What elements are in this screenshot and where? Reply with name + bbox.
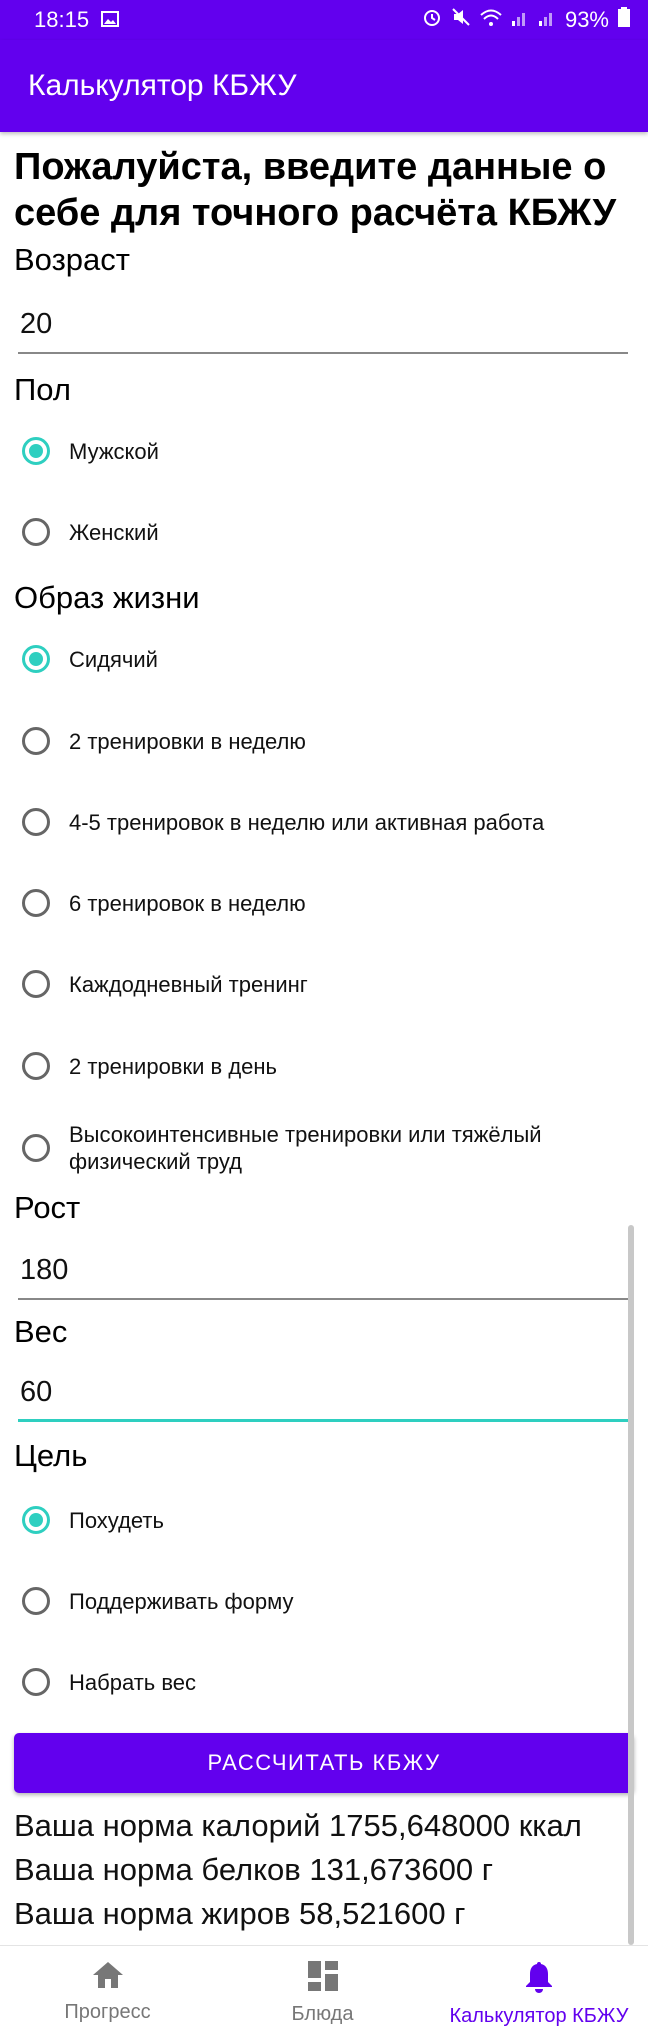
radio-button[interactable]	[22, 727, 50, 755]
height-field[interactable]: 180	[18, 1238, 628, 1300]
radio-button[interactable]	[22, 889, 50, 917]
radio-button-checked[interactable]	[22, 1506, 50, 1534]
app-title: Калькулятор КБЖУ	[28, 69, 297, 102]
age-label: Возраст	[14, 242, 130, 277]
signal-icon-2	[538, 7, 556, 33]
app-bar: Калькулятор КБЖУ	[0, 40, 648, 132]
radio-goal-maintain[interactable]: Поддерживать форму	[22, 1571, 632, 1631]
radio-lifestyle-4-5-per-week[interactable]: 4-5 тренировок в неделю или активная раб…	[22, 792, 632, 852]
bell-icon	[524, 1960, 554, 1999]
radio-button-checked[interactable]	[22, 645, 50, 673]
result-calories: Ваша норма калорий 1755,648000 ккал	[14, 1808, 582, 1843]
age-field[interactable]: 20	[18, 292, 628, 354]
image-notification-icon	[101, 7, 120, 33]
radio-button[interactable]	[22, 1134, 50, 1162]
gender-label: Пол	[14, 372, 71, 407]
nav-label: Калькулятор КБЖУ	[449, 2005, 629, 2027]
nav-label: Блюда	[291, 2003, 354, 2025]
home-icon	[91, 1960, 125, 1995]
age-value: 20	[20, 308, 53, 340]
goal-label: Цель	[14, 1438, 88, 1473]
battery-percent: 93%	[564, 7, 609, 32]
radio-button[interactable]	[22, 1587, 50, 1615]
result-protein: Ваша норма белков 131,673600 г	[14, 1852, 494, 1887]
radio-button[interactable]	[22, 518, 50, 546]
radio-label: Похудеть	[69, 1507, 164, 1533]
radio-button[interactable]	[22, 970, 50, 998]
radio-lifestyle-2-per-day[interactable]: 2 тренировки в день	[22, 1036, 632, 1096]
radio-label: Женский	[69, 519, 159, 545]
radio-goal-lose[interactable]: Похудеть	[22, 1490, 632, 1550]
bottom-navigation: Прогресс Блюда Калькулятор КБЖУ	[0, 1945, 648, 2038]
radio-label: 6 тренировок в неделю	[69, 890, 306, 916]
nav-item-dishes[interactable]: Блюда	[215, 1946, 430, 2038]
weight-value: 60	[20, 1376, 53, 1408]
calculate-button[interactable]: РАССЧИТАТЬ КБЖУ	[14, 1733, 634, 1793]
radio-label: 4-5 тренировок в неделю или активная раб…	[69, 809, 545, 835]
lifestyle-label: Образ жизни	[14, 580, 200, 615]
radio-lifestyle-2-per-week[interactable]: 2 тренировки в неделю	[22, 711, 632, 771]
radio-gender-female[interactable]: Женский	[22, 502, 632, 562]
radio-lifestyle-daily[interactable]: Каждодневный тренинг	[22, 954, 632, 1014]
weight-field[interactable]: 60	[18, 1360, 628, 1422]
scrollbar[interactable]	[628, 1225, 634, 1945]
battery-icon	[618, 7, 630, 33]
radio-label: Поддерживать форму	[69, 1588, 294, 1614]
radio-lifestyle-6-per-week[interactable]: 6 тренировок в неделю	[22, 873, 632, 933]
radio-button-checked[interactable]	[22, 437, 50, 465]
form-heading: Пожалуйста, введите данные о себе для то…	[14, 146, 617, 234]
radio-button[interactable]	[22, 1052, 50, 1080]
height-label: Рост	[14, 1190, 81, 1225]
wifi-icon	[480, 7, 502, 33]
radio-label: Каждодневный тренинг	[69, 971, 308, 997]
radio-label: Мужской	[69, 438, 159, 464]
weight-label: Вес	[14, 1314, 68, 1349]
status-time: 18:15	[34, 7, 90, 32]
alarm-icon	[422, 7, 442, 33]
radio-label: Сидячий	[69, 646, 158, 672]
signal-icon	[511, 7, 529, 33]
radio-goal-gain[interactable]: Набрать вес	[22, 1652, 632, 1712]
nav-item-calculator[interactable]: Калькулятор КБЖУ	[430, 1946, 648, 2038]
radio-label: Набрать вес	[69, 1669, 197, 1695]
radio-button[interactable]	[22, 1668, 50, 1696]
radio-button[interactable]	[22, 808, 50, 836]
dashboard-icon	[307, 1960, 339, 1997]
status-bar: 18:15 93%	[0, 0, 648, 40]
nav-item-progress[interactable]: Прогресс	[0, 1946, 215, 2038]
radio-label: 2 тренировки в день	[69, 1053, 278, 1079]
radio-label: Высокоинтенсивные тренировки или тяжёлый…	[69, 1122, 542, 1174]
result-fat: Ваша норма жиров 58,521600 г	[14, 1896, 466, 1931]
mute-icon	[451, 7, 471, 33]
radio-lifestyle-high-intensity[interactable]: Высокоинтенсивные тренировки или тяжёлый…	[22, 1118, 632, 1178]
radio-lifestyle-sedentary[interactable]: Сидячий	[22, 629, 632, 689]
radio-label: 2 тренировки в неделю	[69, 728, 306, 754]
nav-label: Прогресс	[64, 2001, 151, 2023]
height-value: 180	[20, 1254, 69, 1286]
radio-gender-male[interactable]: Мужской	[22, 421, 632, 481]
